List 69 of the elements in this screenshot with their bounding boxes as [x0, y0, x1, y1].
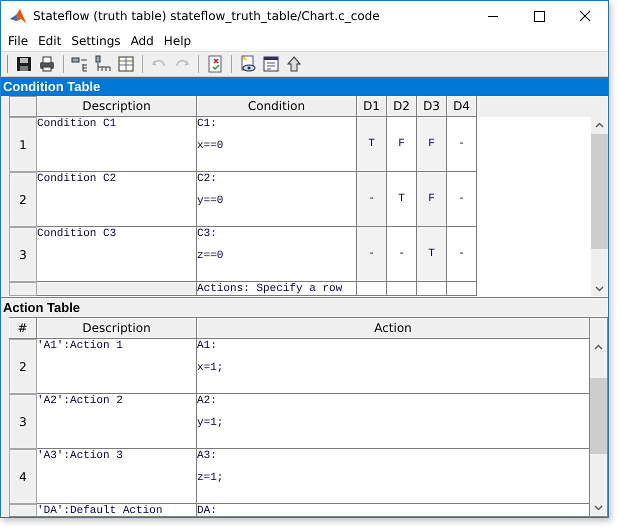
up-arrow-icon[interactable]	[285, 55, 303, 73]
column-header[interactable]: Condition	[197, 96, 357, 117]
menu-item[interactable]: Help	[158, 34, 196, 48]
code-line: y==0	[197, 194, 224, 208]
table-cell: T	[357, 117, 387, 172]
column-header[interactable]: Action	[197, 318, 590, 339]
app-logo-icon	[9, 8, 27, 24]
tree-icon[interactable]	[94, 55, 112, 73]
table-cell: -	[357, 227, 387, 282]
checklist-icon[interactable]	[206, 55, 224, 73]
tree-icon[interactable]	[71, 55, 89, 73]
table-cell: F	[387, 117, 417, 172]
code-line: A3:	[197, 449, 217, 463]
table-cell: F	[417, 172, 447, 227]
menu-item[interactable]: Edit	[33, 34, 66, 48]
code-line: C1:	[197, 117, 217, 131]
section-title: Condition Table	[1, 77, 608, 96]
header-corner	[9, 96, 37, 117]
window-title: Stateflow (truth table) stateflow_truth_table/Chart.c_code	[33, 9, 381, 23]
section-title: Action Table	[2, 299, 82, 317]
table-cell: 'DA':Default Action	[37, 504, 197, 516]
row-number[interactable]: 1	[9, 117, 37, 172]
row-number[interactable]: 4	[9, 449, 37, 504]
table-icon[interactable]	[117, 55, 135, 73]
code-line: Actions: Specify a row	[197, 282, 342, 295]
table-cell: -	[387, 227, 417, 282]
code-line: z==0	[197, 249, 224, 263]
scrollbar-thumb[interactable]	[590, 378, 607, 454]
table-cell: Condition C3	[37, 227, 197, 282]
table-cell: T	[417, 227, 447, 282]
table-cell: 'A1':Action 1	[37, 339, 197, 394]
code-line: DA:	[197, 504, 217, 516]
row-number[interactable]: 2	[9, 339, 37, 394]
code-line: A1:	[197, 339, 217, 353]
table-cell: Condition C2	[37, 172, 197, 227]
column-header[interactable]: D1	[357, 96, 387, 117]
menu-item[interactable]: Add	[126, 34, 159, 48]
table-cell: -	[357, 172, 387, 227]
column-header[interactable]: #	[9, 318, 37, 339]
table-cell: T	[387, 172, 417, 227]
code-line: A2:	[197, 394, 217, 408]
row-number[interactable]: 2	[9, 172, 37, 227]
column-header[interactable]: D3	[417, 96, 447, 117]
window-icon[interactable]	[262, 55, 280, 73]
table-cell: 'A3':Action 3	[37, 449, 197, 504]
code-line: x=1;	[197, 361, 224, 375]
table-cell: 'A2':Action 2	[37, 394, 197, 449]
table-cell: Condition C1	[37, 117, 197, 172]
menu-item[interactable]: Settings	[66, 34, 126, 48]
table-cell: F	[417, 117, 447, 172]
row-number[interactable]: 3	[9, 394, 37, 449]
code-line: y=1;	[197, 416, 224, 430]
print-icon[interactable]	[38, 55, 56, 73]
column-header[interactable]: Description	[37, 96, 197, 117]
table-cell: -	[447, 117, 477, 172]
table-cell: -	[447, 172, 477, 227]
code-line: C2:	[197, 172, 217, 186]
code-line: x==0	[197, 139, 224, 153]
table-cell: -	[447, 227, 477, 282]
menu-item[interactable]: File	[3, 34, 34, 48]
document-eye-icon[interactable]	[239, 55, 257, 73]
column-header[interactable]: Description	[37, 318, 197, 339]
column-header[interactable]: D4	[447, 96, 477, 117]
scrollbar-thumb[interactable]	[591, 134, 608, 249]
save-icon[interactable]	[15, 55, 33, 73]
code-line: z=1;	[197, 471, 224, 485]
column-header[interactable]: D2	[387, 96, 417, 117]
row-number[interactable]: 3	[9, 227, 37, 282]
code-line: C3:	[197, 227, 217, 241]
